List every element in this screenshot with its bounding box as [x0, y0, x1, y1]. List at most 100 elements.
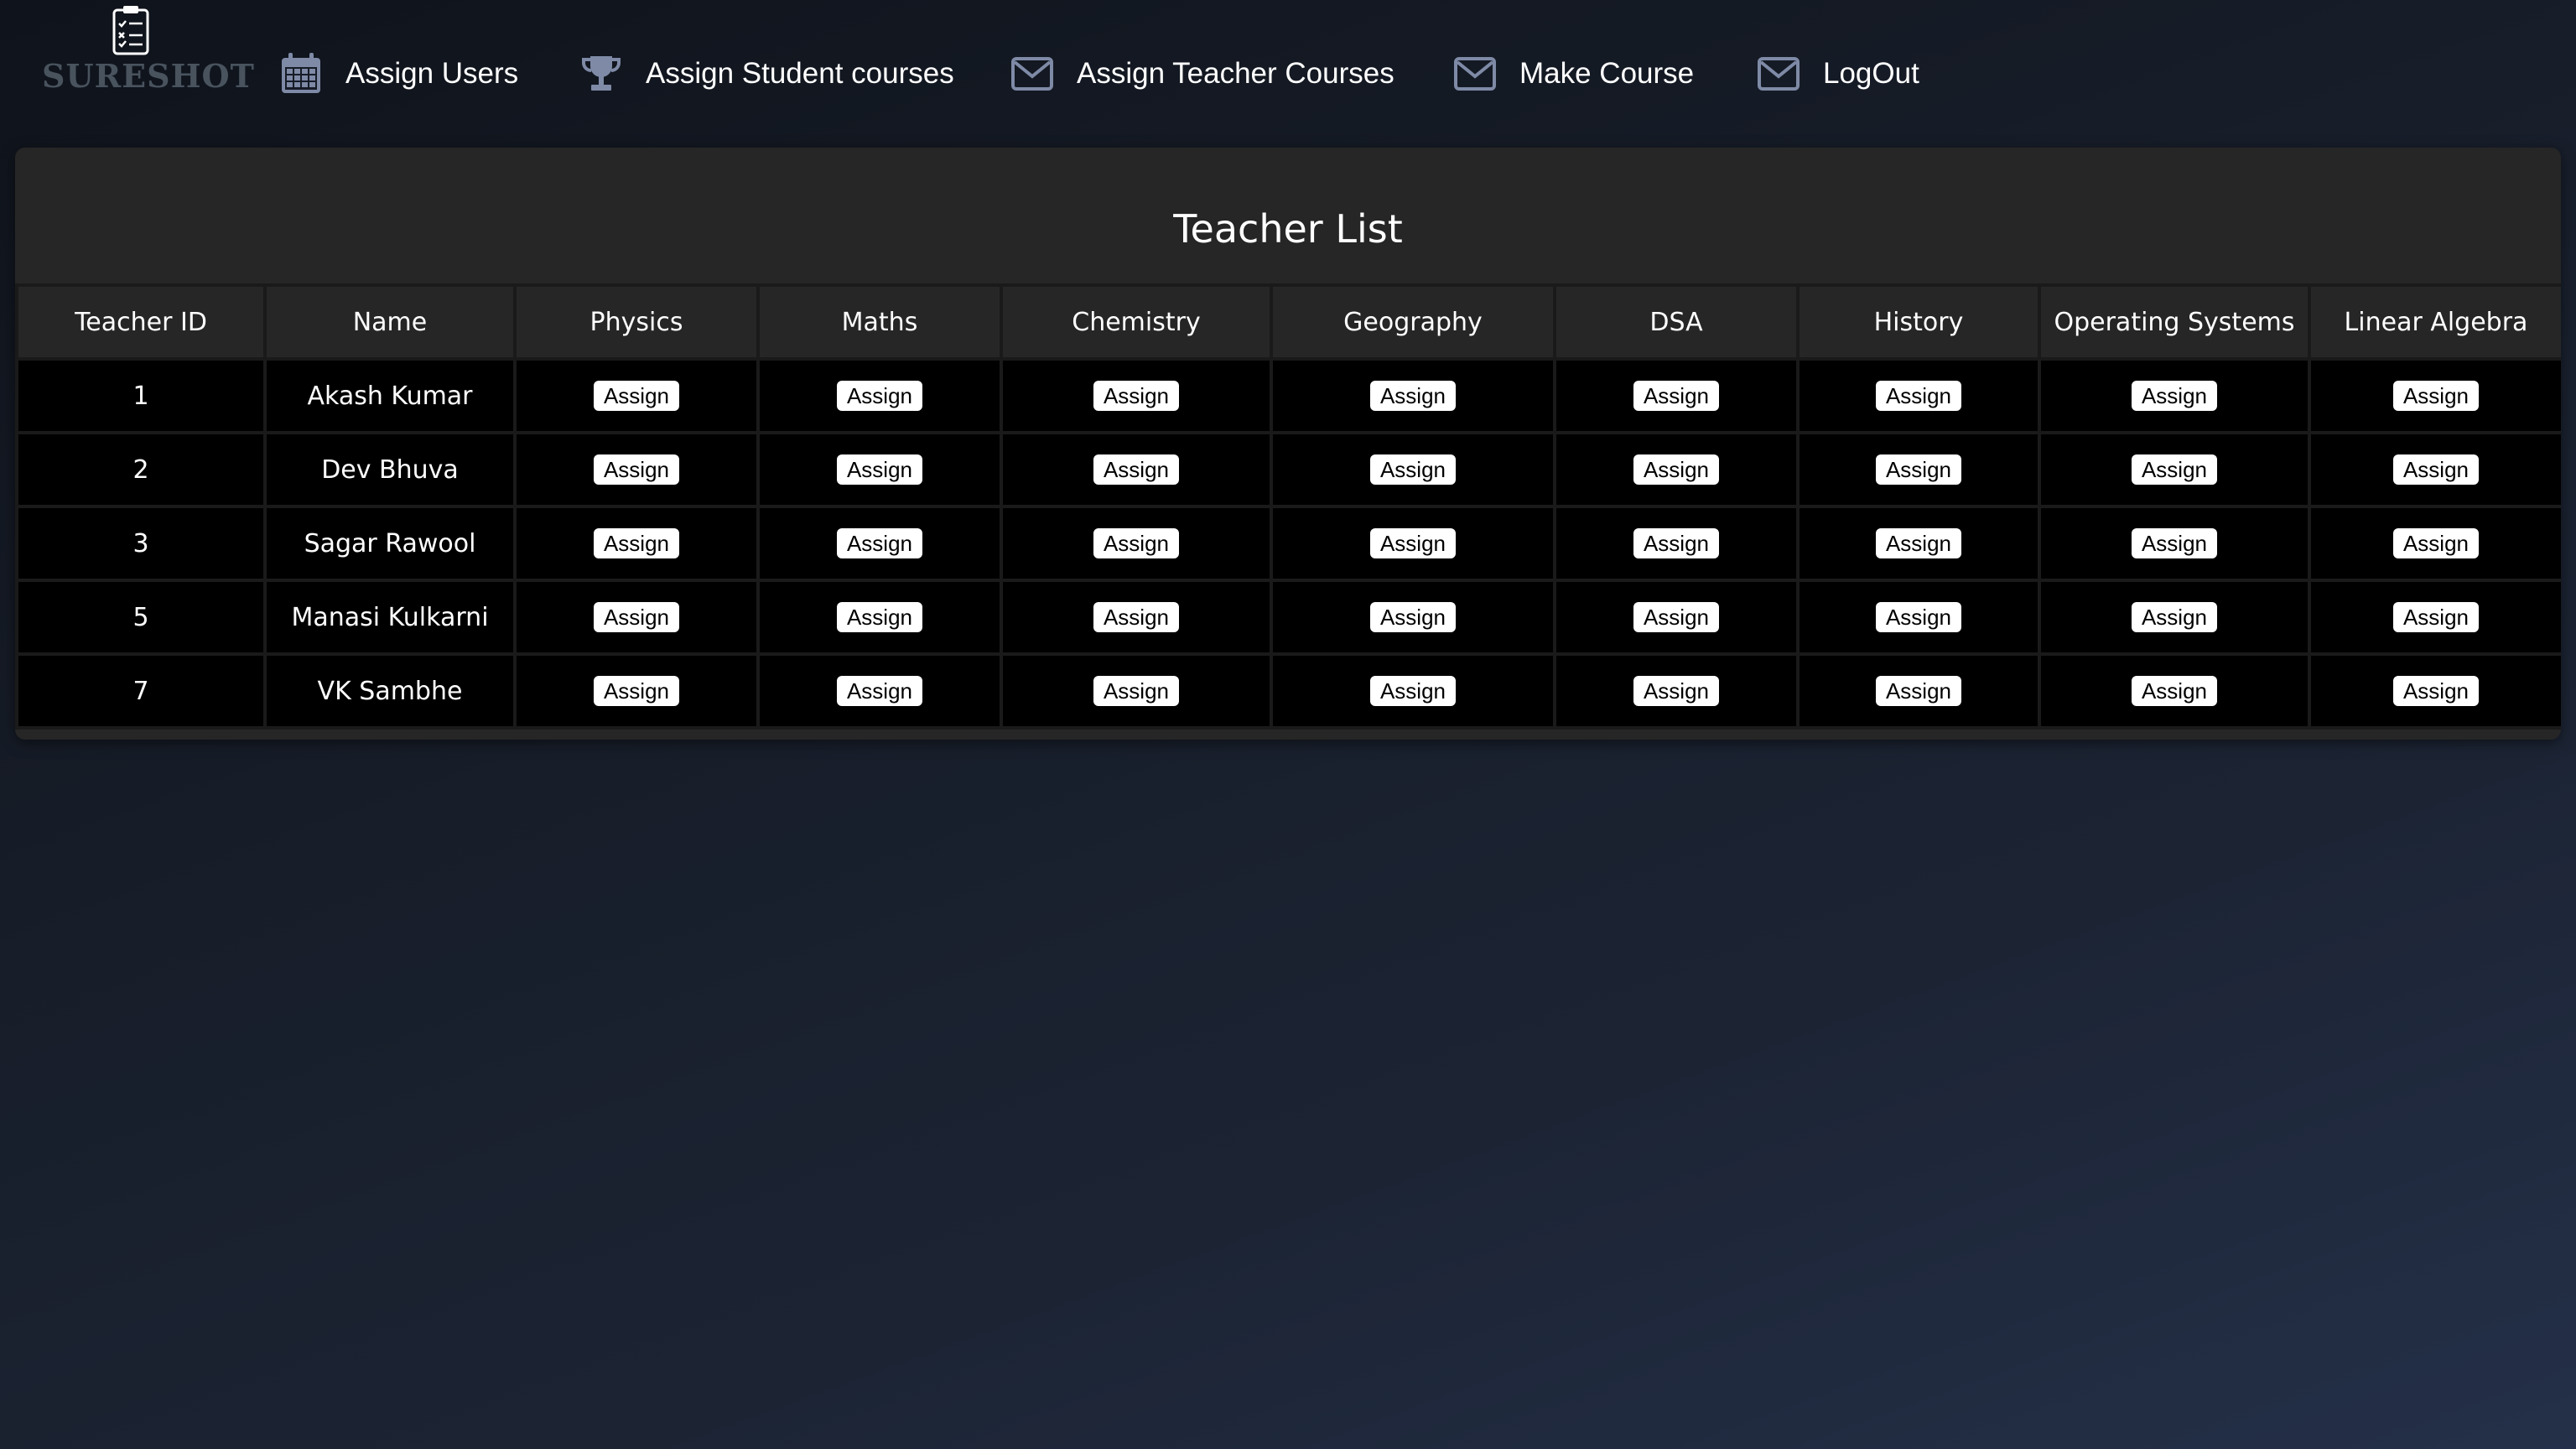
envelope-icon	[1758, 57, 1800, 91]
dsa-cell: Assign	[1553, 357, 1800, 434]
history-cell: Assign	[1796, 505, 2041, 582]
column-header-teacher-id: Teacher ID	[15, 283, 267, 361]
maths-cell: Assign	[756, 652, 1003, 730]
geography-cell: Assign	[1270, 431, 1556, 508]
linear-algebra-cell: Assign	[2308, 431, 2561, 508]
column-header-dsa: DSA	[1553, 283, 1800, 361]
operating-systems-cell: Assign	[2038, 652, 2311, 730]
assign-dsa-button[interactable]: Assign	[1633, 454, 1720, 485]
maths-cell: Assign	[756, 431, 1003, 508]
history-cell: Assign	[1796, 652, 2041, 730]
nav-make-course-label: Make Course	[1519, 57, 1695, 90]
assign-history-button[interactable]: Assign	[1875, 381, 1962, 411]
assign-operating-systems-button[interactable]: Assign	[2131, 381, 2218, 411]
dsa-cell: Assign	[1553, 431, 1800, 508]
nav-assign-teacher-courses[interactable]: Assign Teacher Courses	[1010, 40, 1394, 107]
chemistry-cell: Assign	[1000, 652, 1273, 730]
assign-chemistry-button[interactable]: Assign	[1093, 528, 1180, 558]
assign-operating-systems-button[interactable]: Assign	[2131, 528, 2218, 558]
teacher-name-cell: Manasi Kulkarni	[263, 579, 517, 656]
assign-linear-algebra-button[interactable]: Assign	[2392, 676, 2480, 706]
assign-physics-button[interactable]: Assign	[593, 381, 680, 411]
teacher-name-cell: Dev Bhuva	[263, 431, 517, 508]
table-row: 5 Manasi Kulkarni Assign Assign Assign Assign…	[15, 579, 2561, 656]
teacher-id-cell: 3	[15, 505, 267, 582]
assign-history-button[interactable]: Assign	[1875, 602, 1962, 632]
column-header-linear-algebra: Linear Algebra	[2308, 283, 2561, 361]
assign-physics-button[interactable]: Assign	[593, 454, 680, 485]
assign-geography-button[interactable]: Assign	[1369, 676, 1457, 706]
assign-dsa-button[interactable]: Assign	[1633, 676, 1720, 706]
assign-maths-button[interactable]: Assign	[836, 676, 923, 706]
operating-systems-cell: Assign	[2038, 579, 2311, 656]
chemistry-cell: Assign	[1000, 579, 1273, 656]
column-header-operating-systems: Operating Systems	[2038, 283, 2311, 361]
assign-history-button[interactable]: Assign	[1875, 454, 1962, 485]
linear-algebra-cell: Assign	[2308, 357, 2561, 434]
column-header-name: Name	[263, 283, 517, 361]
assign-physics-button[interactable]: Assign	[593, 676, 680, 706]
assign-operating-systems-button[interactable]: Assign	[2131, 602, 2218, 632]
assign-physics-button[interactable]: Assign	[593, 528, 680, 558]
geography-cell: Assign	[1270, 357, 1556, 434]
physics-cell: Assign	[513, 579, 760, 656]
chemistry-cell: Assign	[1000, 357, 1273, 434]
geography-cell: Assign	[1270, 652, 1556, 730]
geography-cell: Assign	[1270, 579, 1556, 656]
linear-algebra-cell: Assign	[2308, 579, 2561, 656]
nav-logout[interactable]: LogOut	[1756, 40, 1919, 107]
assign-chemistry-button[interactable]: Assign	[1093, 454, 1180, 485]
table-header-row: Teacher ID Name Physics Maths Chemistry …	[15, 283, 2561, 361]
assign-operating-systems-button[interactable]: Assign	[2131, 454, 2218, 485]
assign-linear-algebra-button[interactable]: Assign	[2392, 381, 2480, 411]
nav-logout-label: LogOut	[1823, 57, 1919, 90]
envelope-icon	[1454, 57, 1496, 91]
assign-geography-button[interactable]: Assign	[1369, 454, 1457, 485]
table-row: 1 Akash Kumar Assign Assign Assign Assign Assi…	[15, 357, 2561, 434]
nav-assign-teacher-courses-label: Assign Teacher Courses	[1077, 57, 1394, 90]
brand-logo[interactable]: SURESHOT	[42, 5, 255, 97]
history-cell: Assign	[1796, 579, 2041, 656]
brand-name: SURESHOT	[42, 57, 255, 95]
assign-geography-button[interactable]: Assign	[1369, 602, 1457, 632]
teacher-id-cell: 7	[15, 652, 267, 730]
nav-assign-student-courses[interactable]: Assign Student courses	[579, 40, 954, 107]
dsa-cell: Assign	[1553, 505, 1800, 582]
assign-physics-button[interactable]: Assign	[593, 602, 680, 632]
assign-operating-systems-button[interactable]: Assign	[2131, 676, 2218, 706]
operating-systems-cell: Assign	[2038, 431, 2311, 508]
linear-algebra-cell: Assign	[2308, 505, 2561, 582]
maths-cell: Assign	[756, 579, 1003, 656]
maths-cell: Assign	[756, 505, 1003, 582]
assign-maths-button[interactable]: Assign	[836, 454, 923, 485]
assign-chemistry-button[interactable]: Assign	[1093, 602, 1180, 632]
column-header-chemistry: Chemistry	[1000, 283, 1273, 361]
assign-maths-button[interactable]: Assign	[836, 381, 923, 411]
teacher-id-cell: 2	[15, 431, 267, 508]
assign-dsa-button[interactable]: Assign	[1633, 602, 1720, 632]
history-cell: Assign	[1796, 431, 2041, 508]
assign-geography-button[interactable]: Assign	[1369, 381, 1457, 411]
assign-linear-algebra-button[interactable]: Assign	[2392, 454, 2480, 485]
nav-make-course[interactable]: Make Course	[1452, 40, 1694, 107]
assign-linear-algebra-button[interactable]: Assign	[2392, 602, 2480, 632]
assign-dsa-button[interactable]: Assign	[1633, 528, 1720, 558]
assign-maths-button[interactable]: Assign	[836, 602, 923, 632]
nav-assign-student-courses-label: Assign Student courses	[646, 57, 954, 90]
dsa-cell: Assign	[1553, 652, 1800, 730]
assign-chemistry-button[interactable]: Assign	[1093, 381, 1180, 411]
assign-geography-button[interactable]: Assign	[1369, 528, 1457, 558]
assign-dsa-button[interactable]: Assign	[1633, 381, 1720, 411]
assign-history-button[interactable]: Assign	[1875, 676, 1962, 706]
assign-linear-algebra-button[interactable]: Assign	[2392, 528, 2480, 558]
physics-cell: Assign	[513, 505, 760, 582]
history-cell: Assign	[1796, 357, 2041, 434]
assign-maths-button[interactable]: Assign	[836, 528, 923, 558]
assign-history-button[interactable]: Assign	[1875, 528, 1962, 558]
clipboard-checklist-icon	[112, 6, 149, 55]
teacher-name-cell: Sagar Rawool	[263, 505, 517, 582]
assign-chemistry-button[interactable]: Assign	[1093, 676, 1180, 706]
nav-assign-users[interactable]: Assign Users	[278, 40, 518, 107]
teacher-id-cell: 5	[15, 579, 267, 656]
linear-algebra-cell: Assign	[2308, 652, 2561, 730]
